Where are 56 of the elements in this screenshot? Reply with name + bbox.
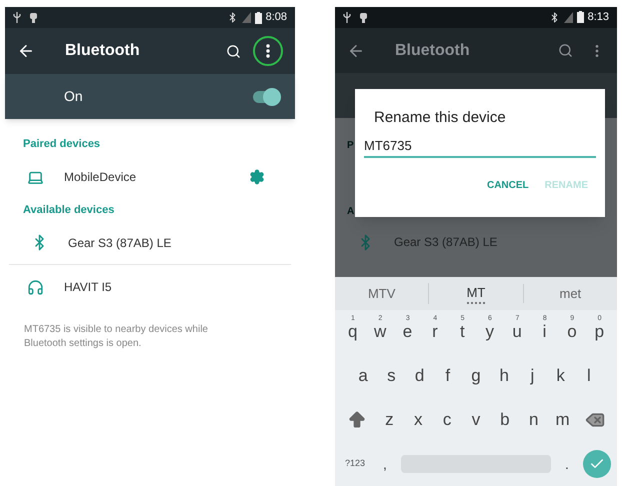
section-header: Paired devices: [22, 137, 102, 152]
key[interactable]: h: [490, 358, 518, 394]
key[interactable]: n: [519, 402, 548, 438]
battery-icon: [576, 11, 584, 24]
battery-icon: [254, 12, 262, 24]
key[interactable]: v: [462, 402, 490, 438]
usb-icon: [13, 12, 21, 23]
device-name: MobileDevice: [64, 169, 138, 186]
device-row[interactable]: MobileDevice: [5, 155, 295, 199]
device-name: Gear S3 (87AB) LE: [394, 234, 498, 252]
dialog-title: Rename this device: [374, 108, 507, 128]
settings-icon[interactable]: [249, 169, 265, 185]
section-header-fragment: A: [347, 206, 354, 218]
section-header-fragment: P: [347, 140, 354, 152]
device-row[interactable]: HAVIT I5: [5, 265, 295, 309]
status-time: 8:13: [588, 10, 609, 26]
headphones-icon: [27, 278, 44, 296]
key[interactable]: m: [548, 402, 578, 438]
usb-icon: [343, 12, 351, 23]
symbols-key[interactable]: ?123: [341, 457, 369, 471]
period-key[interactable]: .: [559, 454, 575, 475]
key[interactable]: b: [490, 402, 520, 438]
key[interactable]: z: [375, 402, 404, 438]
toolbar-title: Bluetooth: [65, 41, 141, 61]
visibility-note: MT6735 is visible to nearby devices while Bluetooth settings is open.: [23, 323, 209, 351]
key[interactable]: a: [349, 358, 378, 394]
bluetooth-status-icon: [548, 12, 560, 23]
key[interactable]: k: [546, 358, 575, 394]
toggle-label: On: [64, 87, 84, 106]
device-name: HAVIT I5: [64, 279, 113, 296]
menu-button[interactable]: [253, 36, 283, 66]
comma-key[interactable]: ,: [377, 454, 393, 475]
dialog-button[interactable]: CANCEL: [486, 178, 529, 192]
shift-key[interactable]: [347, 410, 367, 430]
device-row[interactable]: Gear S3 (87AB) LE: [9, 221, 291, 265]
key[interactable]: x: [404, 402, 433, 438]
bluetooth-switch[interactable]: [253, 90, 279, 102]
key[interactable]: j: [518, 358, 547, 394]
key[interactable]: f: [434, 358, 462, 394]
suggestion[interactable]: met: [559, 284, 582, 304]
search-icon[interactable]: [226, 44, 241, 58]
bluetooth-status-icon: [226, 12, 238, 23]
back-icon[interactable]: [17, 42, 35, 60]
status-time: 8:08: [266, 10, 287, 26]
section-header: Available devices: [22, 203, 116, 218]
suggestion[interactable]: MT: [466, 282, 486, 304]
device-name: Gear S3 (87AB) LE: [68, 234, 172, 252]
suggestion[interactable]: MTV: [368, 284, 396, 304]
more-icon: [266, 44, 270, 58]
name-field[interactable]: MT6735: [364, 136, 596, 158]
key[interactable]: l: [574, 358, 603, 394]
key[interactable]: g: [462, 358, 490, 394]
toolbar-title: Bluetooth: [395, 40, 471, 61]
key[interactable]: s: [377, 358, 406, 394]
key[interactable]: d: [405, 358, 434, 394]
key[interactable]: c: [432, 402, 462, 438]
